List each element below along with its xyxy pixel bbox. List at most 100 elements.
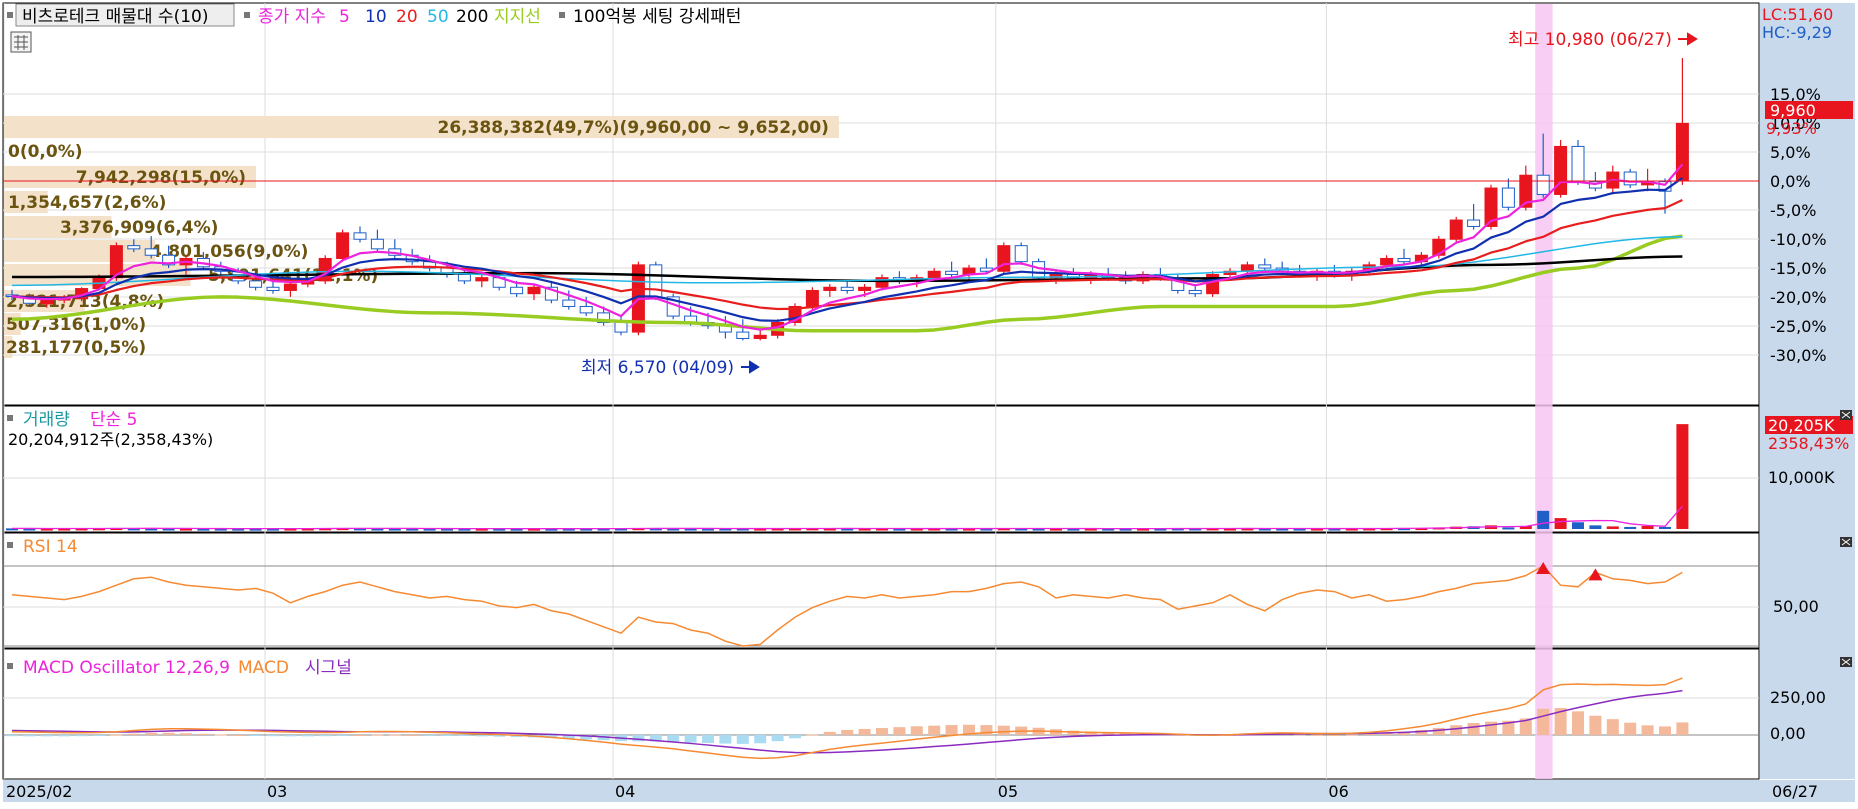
candle-body [1536,174,1550,195]
macd-oscillator-bar [910,726,923,735]
macd-oscillator-bar [1467,723,1480,735]
macd-title[interactable]: MACD [238,658,289,678]
profile-label: 26,388,382(49,7%)(9,960,00 ~ 9,652,00) [437,118,828,138]
candle-body [1014,245,1028,263]
ma-label[interactable]: 종가 지수 [258,7,326,27]
x-axis-last-date: 06/27 [1772,782,1818,801]
macd-oscillator-bar [145,732,158,735]
candle-body [649,264,663,298]
candle-body [510,286,524,295]
macd-oscillator-bar [458,735,471,737]
candle-body [805,289,819,307]
macd-osc-title[interactable]: MACD Oscillator 12,26,9 [23,658,230,678]
macd-oscillator-bar [945,725,958,735]
price-legend: 비츠로테크 매물대 수(10) 종가 지수 5 10 20 50 200 지지선… [7,3,741,27]
macd-oscillator-bar [423,735,436,736]
candle-body [527,286,541,295]
macd-oscillator-bar [475,735,488,737]
candle-body [1571,145,1585,183]
candle-body [823,286,837,291]
macd-oscillator-bar [162,732,175,735]
candle-body [736,331,750,339]
pattern-label[interactable]: 100억봉 세팅 강세패턴 [573,7,741,27]
volume-tick: 10,000K [1768,468,1835,487]
rsi-tick: 50,00 [1773,597,1819,616]
profile-label: 1,354,657(2,6%) [8,193,166,213]
volume-right-pct: 2358,43% [1768,434,1849,453]
macd-oscillator-bar [736,735,749,744]
legend-box-icon [244,12,250,18]
candle-body [1623,171,1637,186]
macd-oscillator-bar [441,735,453,736]
y-tick-label: -20,0% [1770,288,1827,307]
rsi-panel-close-button[interactable] [1840,537,1852,547]
macd-oscillator-bar [667,735,680,742]
ma-period-20[interactable]: 20 [396,7,418,27]
candle-body [614,321,628,333]
macd-oscillator-bar [406,735,419,736]
candle-body [579,305,593,314]
volume-title[interactable]: 거래량 [23,410,70,430]
candle-body [40,299,54,305]
current-price: 9,960 [1770,101,1816,120]
macd-oscillator-bar [93,735,105,736]
high-note: 최고 10,980 (06/27) [1508,30,1672,50]
ma-period-10[interactable]: 10 [365,7,387,27]
macd-oscillator-bar [771,735,784,742]
candle-body [144,248,158,256]
ma-period-5[interactable]: 5 [339,7,350,27]
macd-oscillator-bar [1450,725,1463,735]
support-label[interactable]: 지지선 [494,7,541,27]
macd-oscillator-bar [371,734,384,736]
macd-oscillator-bar [632,735,645,742]
macd-oscillator-bar [58,735,71,737]
volume-bar [1641,525,1654,529]
volume-bar [1502,527,1515,530]
volume-current: 20,204,912주(2,358,43%) [8,430,213,449]
candle-body [1258,264,1272,269]
x-axis-label: 06 [1328,782,1348,801]
volume-bar [1537,510,1550,529]
x-axis-label: 04 [615,782,635,801]
macd-oscillator-bar [997,725,1010,735]
volume-bar [1624,526,1637,529]
rsi-title[interactable]: RSI 14 [23,537,78,557]
table-toggle-icon[interactable] [10,31,32,53]
macd-oscillator-bar [180,733,192,735]
macd-oscillator-bar [1572,711,1584,735]
candle-body [562,299,576,307]
legend-box-icon [7,12,13,18]
macd-oscillator-bar [1606,719,1619,735]
candle-body [127,245,141,250]
macd-oscillator-bar [301,735,314,737]
legend-box-icon [7,415,13,421]
macd-oscillator-bar [110,734,123,736]
profile-label: 0(0,0%) [8,142,83,162]
y-tick-label: -5,0% [1770,201,1816,220]
macd-oscillator-bar [684,735,697,743]
ma-period-200[interactable]: 200 [456,7,488,27]
candle-body [1397,257,1411,263]
ma-period-50[interactable]: 50 [427,7,449,27]
rsi-panel-frame [2,532,1760,649]
macd-oscillator-bar [1624,722,1637,735]
y-tick-label: 5,0% [1770,143,1811,162]
y-tick-label: -15,0% [1770,259,1827,278]
volume-bar [1659,526,1671,529]
y-tick-label: -10,0% [1770,230,1827,249]
macd-oscillator-bar [214,734,227,736]
candle-body [1467,219,1481,227]
y-tick-label: -30,0% [1770,346,1827,365]
candle-body [353,232,367,240]
volume-panel-close-button[interactable] [1840,410,1852,420]
indicator-name[interactable]: 비츠로테크 매물대 수(10) [22,7,208,27]
macd-signal-title[interactable]: 시그널 [305,658,352,678]
macd-oscillator-bar [1641,725,1654,735]
macd-oscillator-bar [702,735,714,743]
macd-oscillator-bar [806,734,819,736]
chart-window: 26,388,382(49,7%)(9,960,00 ~ 9,652,00) 0(… [0,0,1858,805]
volume-ma-label[interactable]: 단순 5 [90,410,138,430]
x-axis-label: 2025/02 [6,782,72,801]
macd-oscillator-bar [841,729,854,735]
macd-panel-close-button[interactable] [1840,657,1852,667]
